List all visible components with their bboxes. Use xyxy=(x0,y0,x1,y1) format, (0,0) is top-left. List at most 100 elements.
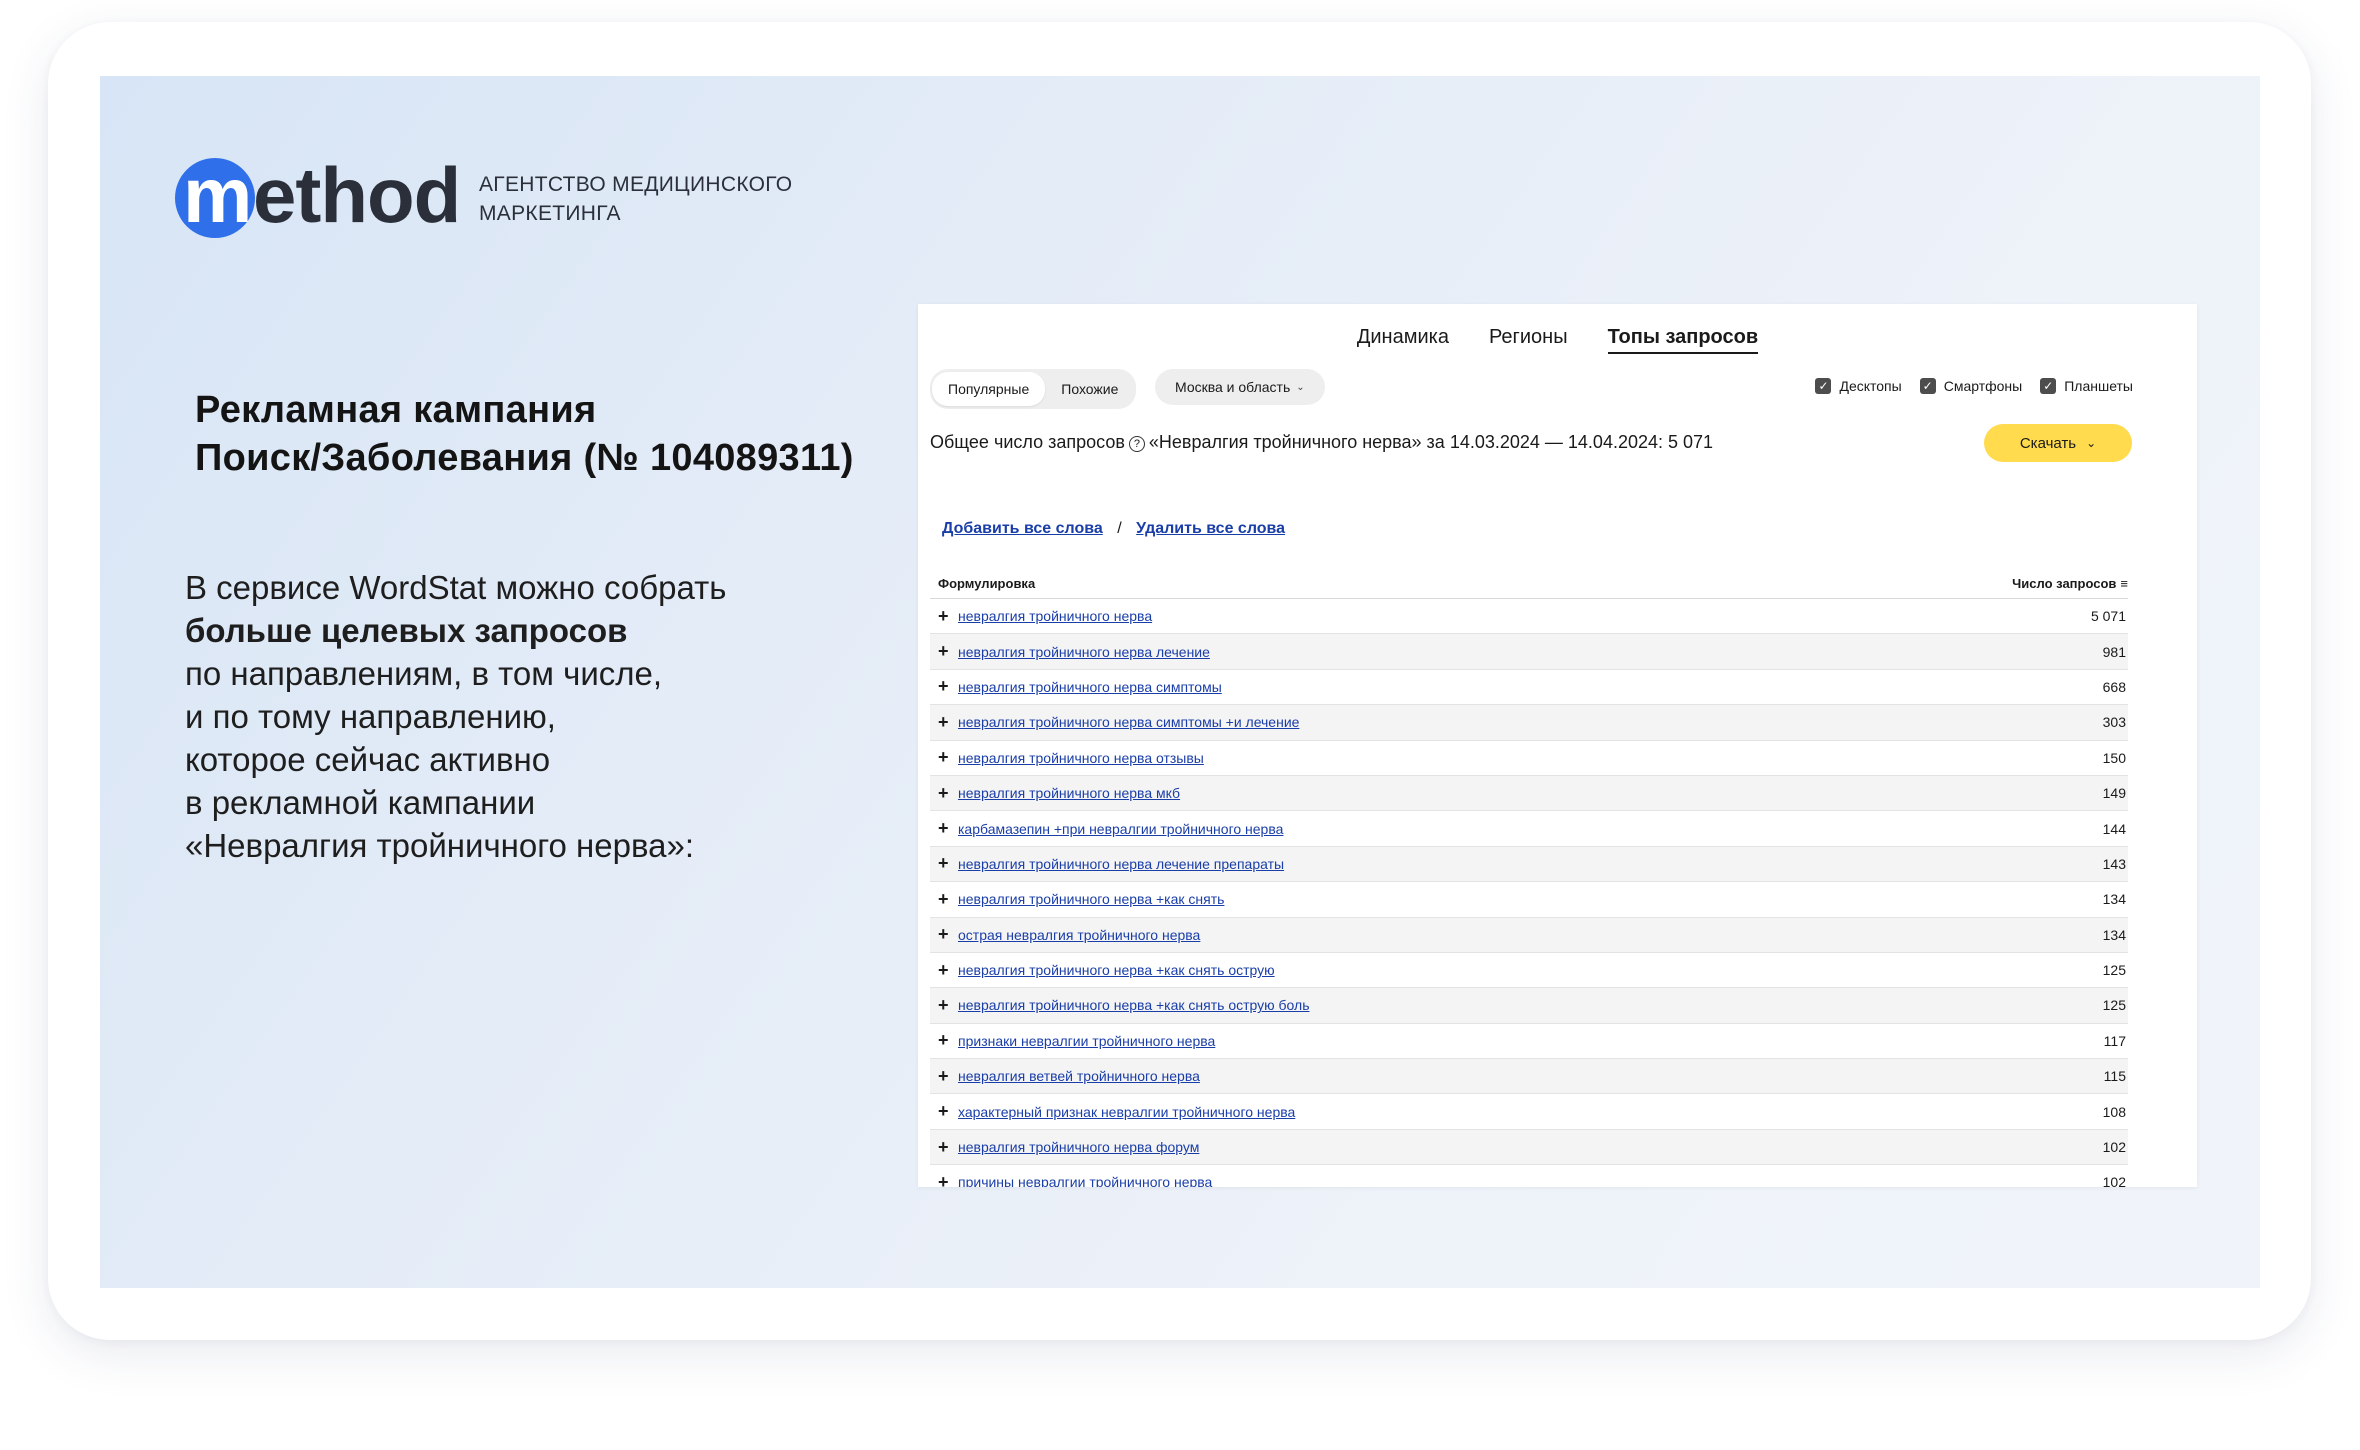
query-count: 5 071 xyxy=(2090,608,2126,625)
plus-icon[interactable]: + xyxy=(930,1172,958,1187)
campaign-title: Рекламная кампания Поиск/Заболевания (№ … xyxy=(195,386,854,482)
bulk-word-links: Добавить все слова / Удалить все слова xyxy=(942,520,1285,538)
query-link[interactable]: признаки невралгии тройничного нерва xyxy=(958,1033,2046,1049)
table-row: + невралгия тройничного нерва +как снять … xyxy=(930,988,2128,1024)
description-line: В сервисе WordStat можно собрать xyxy=(185,569,727,606)
query-link[interactable]: невралгия тройничного нерва форум xyxy=(958,1139,2046,1155)
tab-dynamics[interactable]: Динамика xyxy=(1357,320,1449,356)
query-count: 117 xyxy=(2103,1032,2126,1049)
table-row: + карбамазепин +при невралгии тройничного… xyxy=(930,811,2128,847)
checkbox-desktops[interactable]: ✓ Десктопы xyxy=(1815,378,1902,394)
query-count: 102 xyxy=(2102,1139,2126,1156)
query-link[interactable]: невралгия тройничного нерва симптомы +и … xyxy=(958,714,2046,730)
query-link[interactable]: острая невралгия тройничного нерва xyxy=(958,927,2046,943)
checkbox-label: Смартфоны xyxy=(1943,378,2023,394)
plus-icon[interactable]: + xyxy=(930,995,958,1016)
query-count: 134 xyxy=(2102,891,2126,908)
segment-popular[interactable]: Популярные xyxy=(932,372,1046,406)
tab-top-queries[interactable]: Топы запросов xyxy=(1607,320,1758,356)
column-count-label: Число запросов xyxy=(2012,575,2117,591)
plus-icon[interactable]: + xyxy=(930,676,958,697)
plus-icon[interactable]: + xyxy=(930,1066,958,1087)
checkbox-label: Десктопы xyxy=(1839,378,1902,394)
queries-table: Формулировка Число запросов ≡ + невралгия … xyxy=(930,568,2128,1187)
plus-icon[interactable]: + xyxy=(930,1101,958,1122)
plus-icon[interactable]: + xyxy=(930,960,958,981)
table-row: + характерный признак невралгии тройнично… xyxy=(930,1094,2128,1130)
query-link[interactable]: невралгия тройничного нерва симптомы xyxy=(958,679,2046,695)
query-count: 125 xyxy=(2102,997,2126,1014)
table-row: + невралгия тройничного нерва лечение 981 xyxy=(930,634,2128,670)
plus-icon[interactable]: + xyxy=(930,924,958,945)
column-phrase: Формулировка xyxy=(938,575,1036,591)
query-type-switch: Популярные Похожие xyxy=(930,369,1137,409)
query-link[interactable]: карбамазепин +при невралгии тройничного … xyxy=(958,821,2046,837)
help-icon[interactable]: ? xyxy=(1128,436,1145,452)
region-label: Москва и область xyxy=(1175,379,1291,395)
logo-word: ethod xyxy=(253,151,461,239)
table-header: Формулировка Число запросов ≡ xyxy=(930,568,2128,599)
description-line: которое сейчас активно xyxy=(185,741,551,778)
table-row: + невралгия тройничного нерва 5 071 xyxy=(930,599,2128,635)
query-link[interactable]: невралгия ветвей тройничного нерва xyxy=(958,1068,2046,1084)
column-count[interactable]: Число запросов ≡ xyxy=(2012,576,2128,591)
plus-icon[interactable]: + xyxy=(930,1137,958,1158)
query-link[interactable]: невралгия тройничного нерва +как снять о… xyxy=(958,997,2046,1013)
add-all-words-link[interactable]: Добавить все слова xyxy=(942,520,1103,537)
checkbox-icon: ✓ xyxy=(1815,378,1832,394)
query-count: 303 xyxy=(2102,714,2126,731)
query-count: 144 xyxy=(2102,820,2126,837)
sort-icon: ≡ xyxy=(2120,575,2128,591)
wordstat-screenshot: Динамика Регионы Топы запросов Популярны… xyxy=(918,304,2197,1187)
query-link[interactable]: невралгия тройничного нерва xyxy=(958,608,2046,624)
chevron-down-icon: ⌄ xyxy=(2086,436,2097,450)
plus-icon[interactable]: + xyxy=(930,747,958,768)
region-dropdown[interactable]: Москва и область ⌄ xyxy=(1155,369,1325,405)
checkbox-label: Планшеты xyxy=(2064,378,2133,394)
description-line: и по тому направлению, xyxy=(185,698,556,735)
description-text: В сервисе WordStat можно собрать больше … xyxy=(185,566,726,867)
tab-regions[interactable]: Регионы xyxy=(1489,320,1568,356)
table-row: + невралгия тройничного нерва мкб 149 xyxy=(930,775,2128,812)
plus-icon[interactable]: + xyxy=(930,853,958,874)
query-link[interactable]: причины невралгии тройничного нерва xyxy=(958,1174,2046,1187)
query-count: 981 xyxy=(2102,643,2126,660)
table-row: + признаки невралгии тройничного нерва 117 xyxy=(930,1024,2128,1060)
query-link[interactable]: невралгия тройничного нерва +как снять xyxy=(958,891,2046,907)
table-row: + невралгия тройничного нерва симптомы 668 xyxy=(930,670,2128,706)
checkbox-tablets[interactable]: ✓ Планшеты xyxy=(2040,378,2133,394)
plus-icon[interactable]: + xyxy=(930,712,958,733)
query-count: 102 xyxy=(2102,1174,2126,1187)
query-link[interactable]: невралгия тройничного нерва лечение xyxy=(958,644,2046,660)
total-prefix: Общее число запросов xyxy=(930,432,1125,452)
query-count: 134 xyxy=(2102,926,2126,943)
table-row: + невралгия тройничного нерва симптомы +и… xyxy=(930,705,2128,741)
chevron-down-icon: ⌄ xyxy=(1296,381,1305,393)
query-link[interactable]: характерный признак невралгии тройничног… xyxy=(958,1104,2046,1120)
plus-icon[interactable]: + xyxy=(930,783,958,804)
query-link[interactable]: невралгия тройничного нерва +как снять о… xyxy=(958,962,2046,978)
logo-letter: m xyxy=(183,151,252,239)
query-count: 115 xyxy=(2103,1068,2126,1085)
query-count: 668 xyxy=(2102,678,2126,695)
plus-icon[interactable]: + xyxy=(930,1030,958,1051)
table-row: + невралгия ветвей тройничного нерва 115 xyxy=(930,1059,2128,1095)
plus-icon[interactable]: + xyxy=(930,889,958,910)
description-line: по направлениям, в том числе, xyxy=(185,655,663,692)
query-count: 150 xyxy=(2102,749,2126,766)
query-link[interactable]: невралгия тройничного нерва лечение преп… xyxy=(958,856,2046,872)
remove-all-words-link[interactable]: Удалить все слова xyxy=(1136,520,1285,537)
query-link[interactable]: невралгия тройничного нерва отзывы xyxy=(958,750,2046,766)
query-link[interactable]: невралгия тройничного нерва мкб xyxy=(958,785,2046,801)
plus-icon[interactable]: + xyxy=(930,606,958,627)
checkbox-smartphones[interactable]: ✓ Смартфоны xyxy=(1919,378,2023,394)
query-count: 125 xyxy=(2102,962,2126,979)
segment-similar[interactable]: Похожие xyxy=(1045,372,1134,406)
checkbox-icon: ✓ xyxy=(2040,378,2057,394)
plus-icon[interactable]: + xyxy=(930,818,958,839)
description-line: «Невралгия тройничного нерва»: xyxy=(185,827,695,864)
plus-icon[interactable]: + xyxy=(930,641,958,662)
description-line: в рекламной кампании xyxy=(185,784,536,821)
download-button[interactable]: Скачать ⌄ xyxy=(1984,424,2132,462)
table-row: + острая невралгия тройничного нерва 134 xyxy=(930,917,2128,953)
